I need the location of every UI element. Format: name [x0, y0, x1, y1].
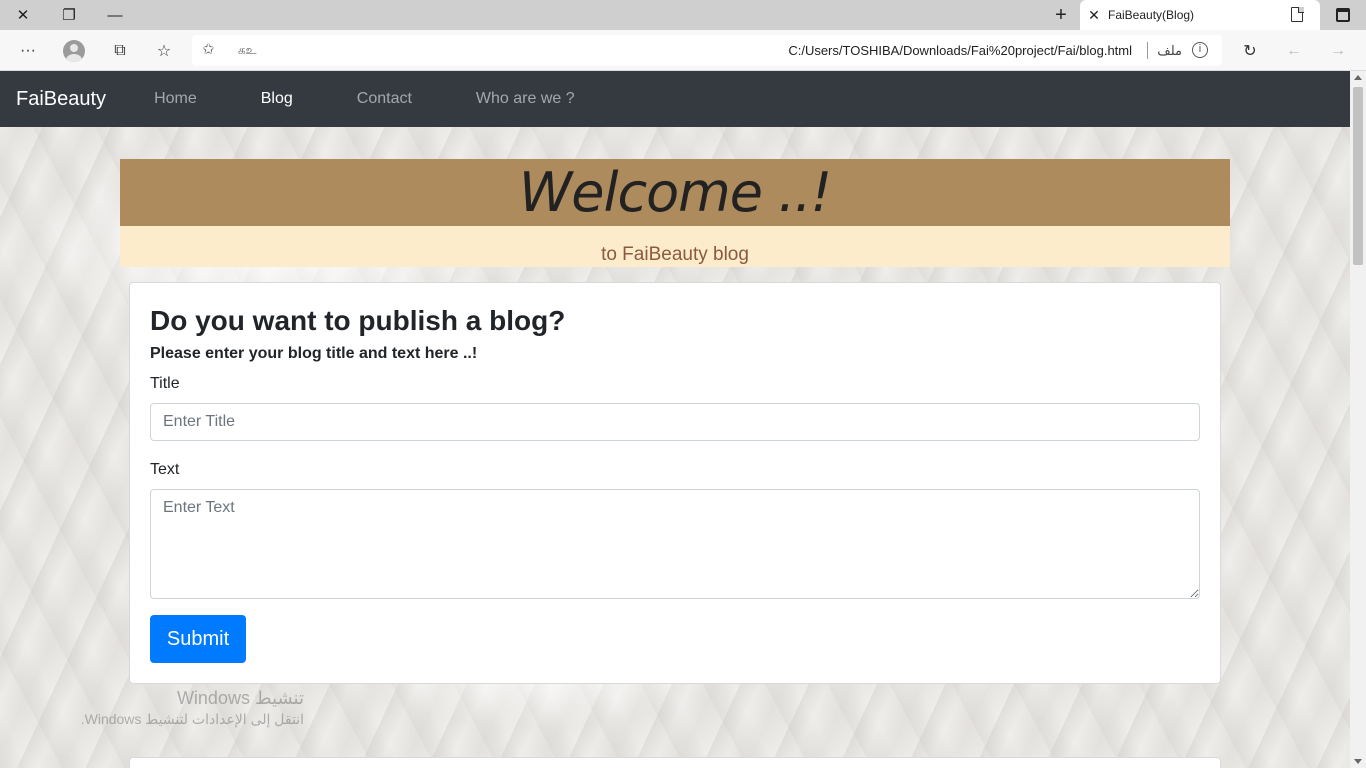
collections-icon[interactable]: ⧉ [108, 39, 132, 63]
form-instruction: Please enter your blog title and text he… [150, 345, 478, 362]
address-language-label: கஉ [238, 43, 257, 57]
add-favorite-icon[interactable]: ✩ [202, 40, 215, 58]
welcome-banner: Welcome ..! [120, 159, 1230, 226]
favorites-icon[interactable]: ☆ [152, 39, 176, 63]
text-label: Text [150, 461, 180, 478]
activation-line-2: انتقل إلى الإعدادات لتنشيط Windows. [80, 711, 304, 727]
welcome-heading: Welcome ..! [518, 161, 832, 224]
refresh-icon[interactable]: ↻ [1238, 39, 1262, 63]
nav-item-contact[interactable]: Contact [357, 90, 412, 108]
scroll-down-icon[interactable] [1354, 759, 1362, 764]
window-close-icon[interactable]: ✕ [0, 0, 46, 30]
site-navbar: FaiBeauty Home Blog Contact Who are we ? [0, 71, 1350, 127]
site-info-icon[interactable]: i [1192, 42, 1208, 58]
nav-item-who-are-we[interactable]: Who are we ? [476, 90, 575, 108]
submit-button[interactable]: Submit [150, 615, 246, 663]
new-tab-button[interactable]: + [1046, 0, 1076, 30]
window-minimize-icon[interactable]: — [92, 0, 138, 30]
tab-close-icon[interactable]: ✕ [1080, 7, 1108, 24]
nav-item-home[interactable]: Home [154, 90, 197, 108]
tab-title: FaiBeauty(Blog) [1108, 8, 1195, 22]
windows-activation-watermark: تنشيط Windows انتقل إلى الإعدادات لتنشيط… [81, 688, 304, 728]
title-label: Title [150, 375, 180, 392]
title-input[interactable] [150, 403, 1200, 441]
window-restore-icon[interactable]: ❐ [46, 0, 92, 30]
welcome-subtitle: to FaiBeauty blog [601, 244, 749, 265]
welcome-subtitle-band: to FaiBeauty blog [120, 226, 1230, 267]
page-viewport: FaiBeauty Home Blog Contact Who are we ?… [0, 71, 1350, 768]
publish-blog-card: Do you want to publish a blog? Please en… [129, 282, 1221, 684]
back-icon[interactable]: ← [1282, 39, 1306, 63]
page-icon [1291, 6, 1304, 22]
tab-actions-icon[interactable] [1320, 0, 1366, 30]
browser-tab[interactable]: ✕ FaiBeauty(Blog) [1080, 0, 1320, 30]
address-bar[interactable]: ✩ கஉ C:/Users/TOSHIBA/Downloads/Fai%20pr… [192, 35, 1222, 66]
nav-item-blog[interactable]: Blog [261, 90, 293, 108]
scrollbar-thumb[interactable] [1353, 87, 1363, 265]
scroll-up-icon[interactable] [1354, 75, 1362, 80]
vertical-scrollbar[interactable] [1350, 71, 1366, 768]
activation-line-1: تنشيط Windows [176, 688, 304, 708]
address-separator [1147, 42, 1148, 59]
profile-icon[interactable] [62, 39, 86, 63]
address-file-label: ملف [1157, 43, 1182, 58]
form-heading: Do you want to publish a blog? [150, 305, 566, 336]
next-card [129, 757, 1221, 768]
browser-tab-bar: ✕ ❐ — + ✕ FaiBeauty(Blog) [0, 0, 1366, 30]
more-menu-icon[interactable]: ··· [16, 39, 40, 63]
text-input[interactable] [150, 489, 1200, 599]
address-url[interactable]: C:/Users/TOSHIBA/Downloads/Fai%20project… [788, 43, 1132, 58]
forward-icon[interactable]: → [1326, 39, 1350, 63]
site-brand[interactable]: FaiBeauty [16, 88, 106, 111]
